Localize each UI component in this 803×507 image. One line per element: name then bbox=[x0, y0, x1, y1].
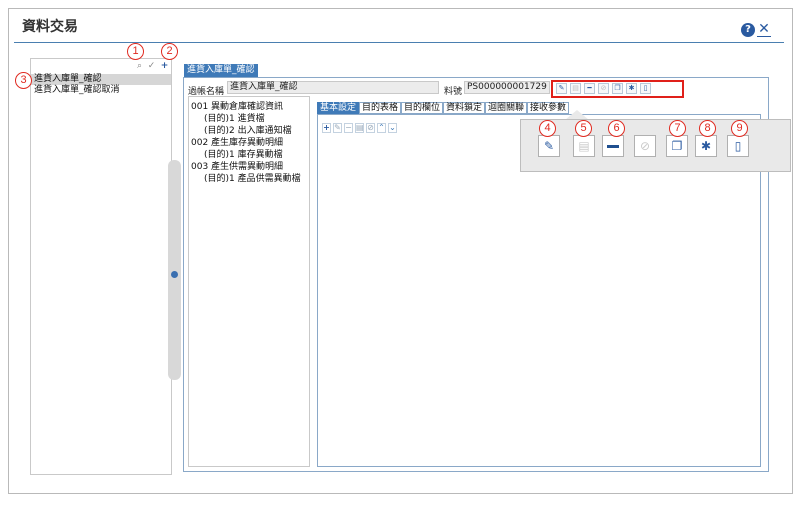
tab-selected-transaction[interactable]: 進貨入庫單_確認 bbox=[184, 64, 258, 77]
pencil-icon[interactable]: ✎ bbox=[333, 123, 342, 133]
tab-basic-settings[interactable]: 基本設定 bbox=[317, 102, 360, 114]
marker-1: 1 bbox=[127, 43, 144, 60]
collapse-handle-icon[interactable] bbox=[171, 271, 178, 278]
page-title: 資料交易 bbox=[22, 19, 78, 35]
toolbar-highlight-box bbox=[551, 80, 684, 98]
close-icon[interactable]: ✕ bbox=[757, 22, 771, 37]
tab-target-field[interactable]: 目的欄位 bbox=[401, 102, 444, 114]
add-icon[interactable]: + bbox=[159, 61, 170, 72]
minus-icon[interactable]: − bbox=[344, 123, 353, 133]
left-toolbar: ⌕ ✓ + bbox=[31, 59, 171, 73]
edit-button[interactable]: ✎ bbox=[538, 135, 560, 157]
save-icon[interactable]: ▤ bbox=[355, 123, 364, 133]
number-label: 料號 bbox=[444, 87, 463, 97]
account-name-field[interactable]: 進貨入庫單_確認 bbox=[227, 81, 439, 94]
tab-loop-relation[interactable]: 迴圈關聯 bbox=[485, 102, 528, 114]
check-icon[interactable]: ✓ bbox=[146, 61, 157, 72]
tab-target-table[interactable]: 目的表格 bbox=[359, 102, 402, 114]
list-item[interactable]: 進貨入庫單_確認 bbox=[31, 74, 171, 85]
cancel-icon[interactable]: ⊘ bbox=[366, 123, 375, 133]
down-icon[interactable]: ⌄ bbox=[388, 123, 397, 133]
search-icon[interactable]: ⌕ bbox=[134, 61, 145, 72]
marker-3: 3 bbox=[15, 72, 32, 89]
delete-button[interactable] bbox=[602, 135, 624, 157]
list-item[interactable]: 進貨入庫單_確認取消 bbox=[31, 85, 171, 96]
debug-button[interactable]: ✱ bbox=[695, 135, 717, 157]
marker-6: 6 bbox=[608, 120, 625, 137]
tab-data-lock[interactable]: 資料鎖定 bbox=[443, 102, 486, 114]
marker-2: 2 bbox=[161, 43, 178, 60]
tab-receive-params[interactable]: 接收參數 bbox=[527, 102, 570, 114]
add-icon[interactable]: + bbox=[322, 123, 331, 133]
document-button[interactable]: ▯ bbox=[727, 135, 749, 157]
copy-button[interactable]: ❐ bbox=[666, 135, 688, 157]
marker-5: 5 bbox=[575, 120, 592, 137]
disable-button[interactable]: ⊘ bbox=[634, 135, 656, 157]
marker-8: 8 bbox=[699, 120, 716, 137]
number-field[interactable]: PS000000001729 bbox=[464, 81, 550, 94]
panel-splitter[interactable] bbox=[168, 160, 181, 380]
help-icon[interactable]: ? bbox=[741, 23, 755, 37]
left-list: 進貨入庫單_確認 進貨入庫單_確認取消 bbox=[31, 74, 171, 96]
save-button[interactable]: ▤ bbox=[573, 135, 595, 157]
up-icon[interactable]: ⌃ bbox=[377, 123, 386, 133]
marker-9: 9 bbox=[731, 120, 748, 137]
title-divider bbox=[14, 42, 784, 43]
left-panel: ⌕ ✓ + 進貨入庫單_確認 進貨入庫單_確認取消 bbox=[30, 58, 172, 475]
marker-4: 4 bbox=[539, 120, 556, 137]
tree-item[interactable]: (目的)1 產品供需異動檔 bbox=[204, 171, 301, 184]
marker-7: 7 bbox=[669, 120, 686, 137]
